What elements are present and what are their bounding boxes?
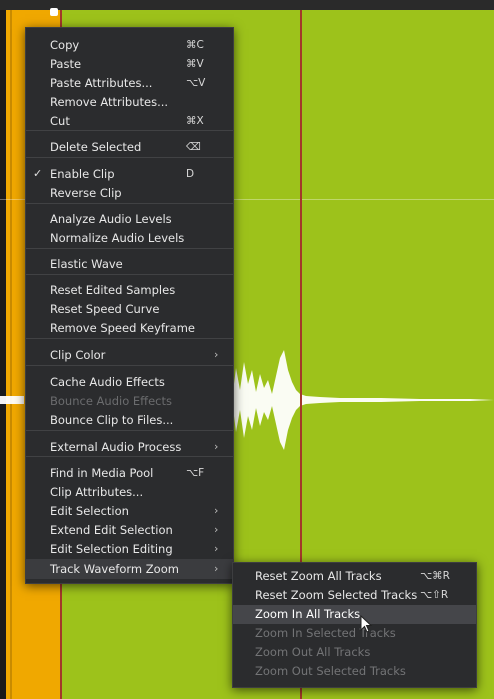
menu-item-bounce-clip-to-files[interactable]: Bounce Clip to Files... — [26, 410, 233, 430]
submenu-item-label: Reset Zoom Selected Tracks — [255, 588, 418, 602]
submenu-item-zoom-out-selected-tracks: Zoom Out Selected Tracks — [233, 662, 476, 681]
menu-item-track-waveform-zoom[interactable]: Track Waveform Zoom › — [26, 559, 233, 579]
menu-item-enable-clip[interactable]: ✓ Enable Clip D — [26, 164, 233, 184]
menu-separator — [26, 430, 233, 431]
menu-item-label: Enable Clip — [50, 167, 115, 181]
menu-item-normalize-audio-levels[interactable]: Normalize Audio Levels — [26, 228, 233, 248]
menu-item-clip-attributes[interactable]: Clip Attributes... — [26, 482, 233, 502]
chevron-right-icon: › — [214, 440, 219, 453]
menu-item-label: Edit Selection Editing — [50, 542, 173, 556]
submenu-item-label: Reset Zoom All Tracks — [255, 569, 382, 583]
menu-item-label: Cache Audio Effects — [50, 375, 165, 389]
chevron-right-icon: › — [214, 562, 219, 575]
menu-item-label: Clip Color — [50, 348, 106, 362]
menu-item-reset-speed-curve[interactable]: Reset Speed Curve — [26, 299, 233, 319]
menu-separator — [26, 203, 233, 204]
menu-item-external-audio-process[interactable]: External Audio Process › — [26, 437, 233, 457]
menu-item-label: Extend Edit Selection — [50, 523, 173, 537]
menu-item-clip-color[interactable]: Clip Color › — [26, 345, 233, 365]
menu-item-cache-audio-effects[interactable]: Cache Audio Effects — [26, 372, 233, 392]
menu-item-label: Delete Selected — [50, 140, 142, 154]
menu-separator — [26, 248, 233, 249]
mouse-cursor-icon — [360, 615, 373, 633]
menu-item-label: Bounce Clip to Files... — [50, 413, 174, 427]
menu-item-delete-selected[interactable]: Delete Selected ⌫ — [26, 137, 233, 157]
menu-item-bounce-audio-effects: Bounce Audio Effects — [26, 391, 233, 411]
menu-item-remove-speed-keyframe[interactable]: Remove Speed Keyframe — [26, 318, 233, 338]
submenu-item-zoom-in-selected-tracks: Zoom In Selected Tracks — [233, 624, 476, 643]
menu-item-label: Paste Attributes... — [50, 76, 153, 90]
menu-item-shortcut: ⌥F — [186, 467, 205, 479]
menu-item-shortcut: ⌥V — [186, 77, 206, 89]
chevron-right-icon: › — [214, 523, 219, 536]
context-menu: Copy ⌘C Paste ⌘V Paste Attributes... ⌥V Remove… — [25, 27, 234, 584]
checkmark-icon: ✓ — [33, 167, 43, 180]
menu-item-label: Track Waveform Zoom — [50, 562, 179, 576]
chevron-right-icon: › — [214, 542, 219, 555]
submenu-item-label: Zoom Out Selected Tracks — [255, 664, 406, 678]
menu-item-elastic-wave[interactable]: Elastic Wave — [26, 254, 233, 274]
submenu-item-label: Zoom In All Tracks — [255, 607, 361, 621]
chevron-right-icon: › — [214, 504, 219, 517]
menu-item-find-in-media-pool[interactable]: Find in Media Pool ⌥F — [26, 463, 233, 483]
menu-item-shortcut: ⌘X — [186, 115, 204, 127]
menu-item-extend-edit-selection[interactable]: Extend Edit Selection › — [26, 520, 233, 540]
menu-item-label: Elastic Wave — [50, 257, 123, 271]
menu-separator — [26, 274, 233, 275]
menu-item-shortcut: ⌫ — [186, 141, 201, 153]
submenu-item-reset-zoom-selected-tracks[interactable]: Reset Zoom Selected Tracks ⌥⇧R — [233, 586, 476, 605]
menu-item-label: Bounce Audio Effects — [50, 394, 172, 408]
submenu-item-zoom-in-all-tracks[interactable]: Zoom In All Tracks — [233, 605, 476, 624]
menu-item-label: Cut — [50, 114, 70, 128]
submenu-item-shortcut: ⌥⇧R — [420, 589, 449, 601]
menu-item-label: Remove Attributes... — [50, 95, 169, 109]
menu-item-paste-attributes[interactable]: Paste Attributes... ⌥V — [26, 73, 233, 93]
menu-item-label: Paste — [50, 57, 82, 71]
menu-item-reverse-clip[interactable]: Reverse Clip — [26, 183, 233, 203]
menu-separator — [26, 157, 233, 158]
menu-item-label: Find in Media Pool — [50, 466, 154, 480]
menu-item-label: Normalize Audio Levels — [50, 231, 185, 245]
menu-item-remove-attributes[interactable]: Remove Attributes... — [26, 92, 233, 112]
submenu-item-label: Zoom In Selected Tracks — [255, 626, 396, 640]
menu-item-shortcut: D — [186, 168, 195, 180]
menu-item-label: Reverse Clip — [50, 186, 122, 200]
clip-trim-handle[interactable] — [50, 8, 58, 16]
menu-item-label: Remove Speed Keyframe — [50, 321, 195, 335]
menu-item-paste[interactable]: Paste ⌘V — [26, 54, 233, 74]
chevron-right-icon: › — [214, 348, 219, 361]
menu-item-copy[interactable]: Copy ⌘C — [26, 35, 233, 55]
menu-item-cut[interactable]: Cut ⌘X — [26, 111, 233, 131]
submenu-item-label: Zoom Out All Tracks — [255, 645, 371, 659]
menu-item-label: Reset Edited Samples — [50, 283, 176, 297]
menu-item-edit-selection[interactable]: Edit Selection › — [26, 501, 233, 521]
menu-item-label: Analyze Audio Levels — [50, 212, 172, 226]
menu-item-edit-selection-editing[interactable]: Edit Selection Editing › — [26, 539, 233, 559]
submenu-item-shortcut: ⌥⌘R — [420, 570, 450, 582]
menu-item-analyze-audio-levels[interactable]: Analyze Audio Levels — [26, 209, 233, 229]
submenu-item-reset-zoom-all-tracks[interactable]: Reset Zoom All Tracks ⌥⌘R — [233, 567, 476, 586]
menu-separator — [26, 365, 233, 366]
menu-item-shortcut: ⌘C — [186, 39, 204, 51]
menu-item-label: Clip Attributes... — [50, 485, 144, 499]
menu-item-label: Copy — [50, 38, 80, 52]
track-waveform-zoom-submenu: Reset Zoom All Tracks ⌥⌘R Reset Zoom Selec… — [232, 562, 477, 688]
menu-item-label: External Audio Process — [50, 440, 182, 454]
submenu-item-zoom-out-all-tracks: Zoom Out All Tracks — [233, 643, 476, 662]
timeline-ruler[interactable] — [0, 0, 494, 10]
menu-item-shortcut: ⌘V — [186, 58, 204, 70]
menu-item-label: Edit Selection — [50, 504, 129, 518]
menu-item-reset-edited-samples[interactable]: Reset Edited Samples — [26, 280, 233, 300]
menu-separator — [26, 338, 233, 339]
menu-item-label: Reset Speed Curve — [50, 302, 160, 316]
